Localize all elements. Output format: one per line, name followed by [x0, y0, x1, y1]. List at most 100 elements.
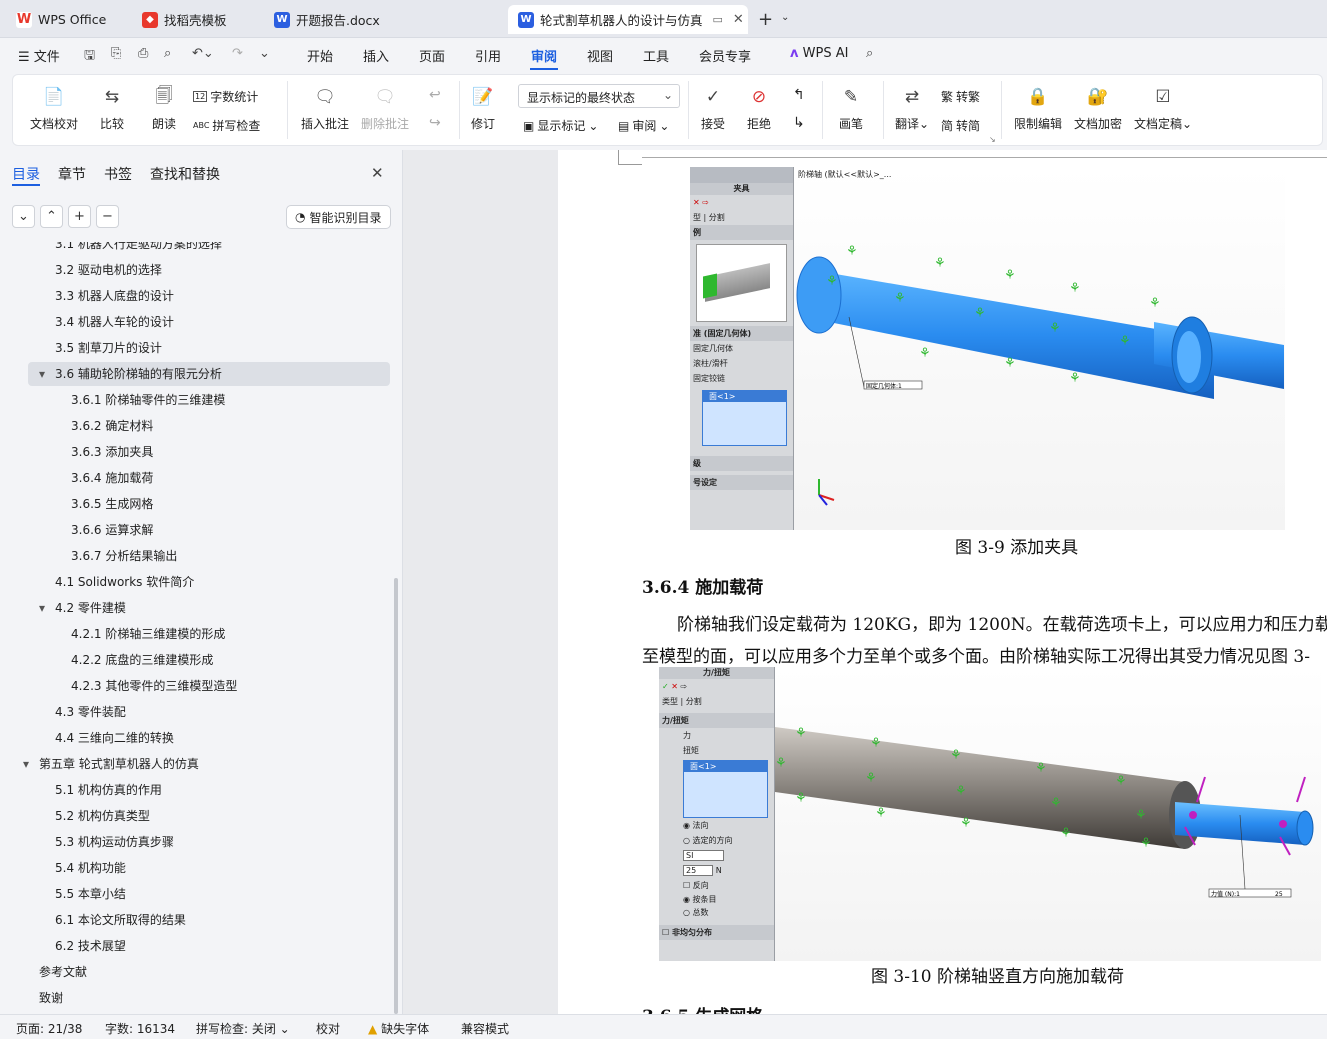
toc-item[interactable]: 参考文献: [0, 960, 392, 984]
toc-item[interactable]: 3.3 机器人底盘的设计: [0, 284, 392, 308]
markup-state-select[interactable]: 显示标记的最终状态 ⌄: [518, 84, 680, 108]
menu-tools[interactable]: 工具: [643, 46, 669, 65]
reject-button[interactable]: ⊘ 拒绝: [747, 85, 771, 132]
next-change-icon[interactable]: ↳: [793, 115, 805, 131]
prev-change-icon[interactable]: ↰: [793, 87, 805, 103]
tab-opening-report[interactable]: W 开题报告.docx: [264, 5, 504, 34]
toc-item[interactable]: 5.3 机构运动仿真步骤: [0, 830, 392, 854]
tab-wps-office[interactable]: W WPS Office: [6, 5, 124, 34]
add-heading-button[interactable]: +: [68, 205, 91, 228]
tab-chapter[interactable]: 章节: [58, 164, 86, 184]
toc-item[interactable]: 6.1 本论文所取得的结果: [0, 908, 392, 932]
toc-item[interactable]: 3.1 机器人行走驱动方案的选择: [0, 242, 392, 256]
toc-item[interactable]: 3.6.1 阶梯轴零件的三维建模: [0, 388, 392, 412]
toc-item[interactable]: 4.2.2 底盘的三维建模形成: [0, 648, 392, 672]
toc-item[interactable]: 4.2.3 其他零件的三维模型造型: [0, 674, 392, 698]
tab-current-doc[interactable]: W 轮式割草机器人的设计与仿真 ▭ ✕: [508, 5, 748, 34]
remove-heading-button[interactable]: −: [96, 205, 119, 228]
scrollbar[interactable]: [394, 578, 398, 1014]
toc-item[interactable]: ▾ 4.2 零件建模: [0, 596, 392, 620]
finalize-button[interactable]: ☑ 文档定稿⌄: [1134, 85, 1192, 132]
toc-item[interactable]: 5.2 机构仿真类型: [0, 804, 392, 828]
close-icon[interactable]: ✕: [371, 164, 384, 182]
next-comment-icon[interactable]: ↪: [429, 115, 441, 131]
menu-review[interactable]: 审阅: [531, 46, 557, 65]
undo-icon[interactable]: ↶⌄: [192, 46, 214, 61]
tab-bookmark[interactable]: 书签: [104, 164, 132, 184]
read-aloud-button[interactable]: 🗐 朗读: [152, 85, 176, 132]
close-tab-icon[interactable]: ✕: [733, 12, 744, 27]
spell-check-button[interactable]: ABC 拼写检查: [193, 117, 260, 134]
prev-comment-icon[interactable]: ↩: [429, 87, 441, 103]
review-pane-button[interactable]: ▤ 审阅 ⌄: [618, 117, 669, 134]
expand-arrow-icon[interactable]: ▾: [23, 752, 29, 776]
toc-item[interactable]: 3.6.3 添加夹具: [0, 440, 392, 464]
chevron-down-icon[interactable]: ⌄: [781, 12, 789, 23]
page-indicator[interactable]: 页面: 21/38: [16, 1020, 82, 1037]
print-icon[interactable]: ⎙: [138, 46, 148, 61]
pen-button[interactable]: ✎ 画笔: [839, 85, 863, 132]
toc-item[interactable]: 4.4 三维向二维的转换: [0, 726, 392, 750]
expand-up-button[interactable]: ⌃: [40, 205, 63, 228]
toc-item[interactable]: 4.2.1 阶梯轴三维建模的形成: [0, 622, 392, 646]
search-icon[interactable]: ⌕: [866, 46, 873, 61]
to-traditional-button[interactable]: 繁转繁: [941, 88, 980, 105]
proofread-status[interactable]: 校对: [316, 1020, 340, 1037]
toc-item[interactable]: 4.3 零件装配: [0, 700, 392, 724]
compare-button[interactable]: ⇆ 比较: [100, 85, 124, 132]
restrict-edit-button[interactable]: 🔒 限制编辑: [1014, 85, 1062, 132]
track-changes-button[interactable]: 📝 修订: [471, 85, 495, 132]
more-chevron-icon[interactable]: ⌄: [259, 46, 270, 61]
toc-item[interactable]: 3.2 驱动电机的选择: [0, 258, 392, 282]
toc-item[interactable]: 3.6.6 运算求解: [0, 518, 392, 542]
spell-check-status[interactable]: 拼写检查: 关闭 ⌄: [196, 1020, 290, 1037]
menu-insert[interactable]: 插入: [363, 46, 389, 65]
word-count[interactable]: 字数: 16134: [105, 1020, 175, 1037]
encrypt-button[interactable]: 🔐 文档加密: [1074, 85, 1122, 132]
toc-item[interactable]: 4.1 Solidworks 软件简介: [0, 570, 392, 594]
proofread-button[interactable]: 📄 文档校对: [30, 85, 78, 132]
insert-comment-button[interactable]: 🗨 插入批注: [301, 85, 349, 132]
collapse-all-button[interactable]: ⌄: [12, 205, 35, 228]
menu-reference[interactable]: 引用: [475, 46, 501, 65]
toc-item[interactable]: 3.6.5 生成网格: [0, 492, 392, 516]
toc-item[interactable]: ▾ 第五章 轮式割草机器人的仿真: [0, 752, 392, 776]
export-icon[interactable]: ⎘: [111, 46, 121, 61]
toc-item[interactable]: ▾ 3.6 辅助轮阶梯轴的有限元分析: [28, 362, 390, 386]
menu-home[interactable]: 开始: [307, 46, 333, 65]
toc-item[interactable]: 致谢: [0, 986, 392, 1010]
expand-arrow-icon[interactable]: ▾: [39, 362, 45, 386]
menu-page[interactable]: 页面: [419, 46, 445, 65]
toc-item[interactable]: 6.2 技术展望: [0, 934, 392, 958]
expand-arrow-icon[interactable]: ▾: [39, 596, 45, 620]
to-simplified-button[interactable]: 简转简: [941, 117, 980, 134]
expand-corner-icon[interactable]: ↘: [989, 135, 996, 144]
wps-ai-button[interactable]: ᴧ WPS AI: [790, 46, 848, 61]
toc-item[interactable]: 5.5 本章小结: [0, 882, 392, 906]
menu-view[interactable]: 视图: [587, 46, 613, 65]
tab-docer[interactable]: ◆ 找稻壳模板: [132, 5, 260, 34]
file-menu[interactable]: ☰ 文件: [18, 46, 60, 65]
toc-item[interactable]: 3.5 割草刀片的设计: [0, 336, 392, 360]
menu-member[interactable]: 会员专享: [699, 46, 751, 65]
window-icon[interactable]: ▭: [713, 13, 723, 26]
toc-item[interactable]: 3.4 机器人车轮的设计: [0, 310, 392, 334]
save-icon[interactable]: 🖫: [84, 46, 95, 68]
toc-item[interactable]: 5.1 机构仿真的作用: [0, 778, 392, 802]
toc-item[interactable]: 5.4 机构功能: [0, 856, 392, 880]
word-count-button[interactable]: 12 字数统计: [193, 88, 258, 105]
tab-toc[interactable]: 目录: [12, 164, 40, 184]
new-tab-icon[interactable]: +: [758, 9, 773, 30]
print-preview-icon[interactable]: ⌕: [164, 46, 171, 61]
redo-icon[interactable]: ↷: [232, 46, 243, 61]
toc-item[interactable]: 3.6.7 分析结果输出: [0, 544, 392, 568]
missing-font-status[interactable]: ▲ 缺失字体: [368, 1020, 429, 1037]
translate-button[interactable]: ⇄ 翻译⌄: [895, 85, 929, 132]
tab-find-replace[interactable]: 查找和替换: [150, 164, 220, 184]
toc-item[interactable]: 3.6.2 确定材料: [0, 414, 392, 438]
accept-button[interactable]: ✓ 接受: [701, 85, 725, 132]
delete-comment-button[interactable]: 🗨 删除批注: [361, 85, 409, 132]
toc-item[interactable]: 3.6.4 施加载荷: [0, 466, 392, 490]
smart-toc-button[interactable]: ◔ 智能识别目录: [286, 205, 391, 229]
show-markup-button[interactable]: ▣ 显示标记 ⌄: [523, 117, 598, 134]
